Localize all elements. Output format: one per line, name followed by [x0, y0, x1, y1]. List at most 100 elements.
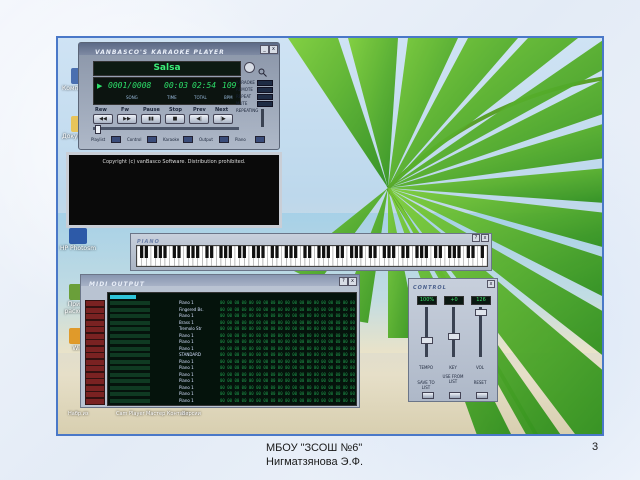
vol-knob[interactable]: [475, 309, 487, 316]
minimize-button[interactable]: _: [260, 45, 269, 54]
position-slider[interactable]: [93, 125, 239, 134]
piano-help-button[interactable]: ?: [472, 234, 480, 242]
reset-button[interactable]: [476, 392, 488, 399]
karaoke-mode-led[interactable]: [257, 80, 273, 86]
black-key[interactable]: [242, 246, 246, 258]
desktop-icon-hp[interactable]: HP Photosm: [58, 228, 98, 252]
position-thumb[interactable]: [95, 125, 101, 134]
black-key[interactable]: [448, 246, 452, 258]
black-key[interactable]: [317, 246, 321, 258]
black-key[interactable]: [275, 246, 279, 258]
close-button[interactable]: x: [269, 45, 278, 54]
black-key[interactable]: [224, 246, 228, 258]
search-icon[interactable]: [258, 62, 267, 77]
settings-icon[interactable]: [244, 62, 255, 73]
stop-button[interactable]: ■: [165, 114, 185, 124]
black-key[interactable]: [303, 246, 307, 258]
black-key[interactable]: [326, 246, 330, 258]
karaoke-toggle[interactable]: [183, 136, 193, 143]
black-key[interactable]: [480, 246, 484, 258]
black-key[interactable]: [322, 246, 326, 258]
mute-led[interactable]: [257, 101, 273, 107]
black-key[interactable]: [294, 246, 298, 258]
pause-button[interactable]: ▮▮: [141, 114, 161, 124]
control-close-button[interactable]: x: [487, 280, 495, 288]
piano-titlebar[interactable]: PIANO ? x: [131, 234, 491, 245]
black-key[interactable]: [382, 246, 386, 258]
black-key[interactable]: [457, 246, 461, 258]
volume-slider[interactable]: [261, 109, 264, 127]
use-from-list-button[interactable]: [449, 392, 461, 399]
black-key[interactable]: [177, 246, 181, 258]
black-key[interactable]: [438, 246, 442, 258]
black-key[interactable]: [354, 246, 358, 258]
black-key[interactable]: [140, 246, 144, 258]
rew-button[interactable]: ◀◀: [93, 114, 113, 124]
key-knob[interactable]: [448, 333, 460, 340]
control-toggle[interactable]: [147, 136, 157, 143]
black-key[interactable]: [256, 246, 260, 258]
black-key[interactable]: [308, 246, 312, 258]
black-key[interactable]: [350, 246, 354, 258]
black-key[interactable]: [158, 246, 162, 258]
black-key[interactable]: [172, 246, 176, 258]
black-key[interactable]: [144, 246, 148, 258]
taskbar-item-4[interactable]: Версии: [182, 411, 201, 417]
black-key[interactable]: [252, 246, 256, 258]
next-button[interactable]: |▶: [213, 114, 233, 124]
black-key[interactable]: [415, 246, 419, 258]
output-toggle[interactable]: [219, 136, 229, 143]
piano-close-button[interactable]: x: [481, 234, 489, 242]
black-key[interactable]: [420, 246, 424, 258]
black-key[interactable]: [336, 246, 340, 258]
black-key[interactable]: [401, 246, 405, 258]
black-key[interactable]: [205, 246, 209, 258]
black-key[interactable]: [163, 246, 167, 258]
repeat-led[interactable]: [257, 94, 273, 100]
midi-close-button[interactable]: x: [348, 277, 357, 286]
black-key[interactable]: [373, 246, 377, 258]
playlist-toggle[interactable]: [111, 136, 121, 143]
black-key[interactable]: [191, 246, 195, 258]
black-key[interactable]: [340, 246, 344, 258]
black-key[interactable]: [424, 246, 428, 258]
taskbar-item-2[interactable]: Cam Player: [116, 411, 145, 417]
fw-button[interactable]: ▶▶: [117, 114, 137, 124]
midi-titlebar[interactable]: MIDI OUTPUT ? x: [81, 275, 359, 288]
prev-button[interactable]: ◀|: [189, 114, 209, 124]
black-key[interactable]: [359, 246, 363, 258]
channel-mute-button[interactable]: [85, 397, 105, 405]
black-key[interactable]: [368, 246, 372, 258]
taskbar-item-1[interactable]: Набр.из: [68, 411, 89, 417]
black-key[interactable]: [387, 246, 391, 258]
remote-led[interactable]: [257, 87, 273, 93]
control-titlebar[interactable]: CONTROL x: [409, 279, 497, 291]
black-key[interactable]: [219, 246, 223, 258]
black-key[interactable]: [238, 246, 242, 258]
black-key[interactable]: [228, 246, 232, 258]
black-key[interactable]: [466, 246, 470, 258]
black-key[interactable]: [154, 246, 158, 258]
piano-toggle[interactable]: [255, 136, 265, 143]
black-key[interactable]: [452, 246, 456, 258]
tempo-slider[interactable]: [421, 307, 433, 357]
black-key[interactable]: [196, 246, 200, 258]
black-key[interactable]: [471, 246, 475, 258]
black-key[interactable]: [284, 246, 288, 258]
black-key[interactable]: [406, 246, 410, 258]
black-key[interactable]: [392, 246, 396, 258]
black-key[interactable]: [289, 246, 293, 258]
midi-help-button[interactable]: ?: [339, 277, 348, 286]
black-key[interactable]: [261, 246, 265, 258]
channel-notes: 00 00 00 00 00 00 00 00 00 00 00 00 00 0…: [220, 378, 357, 383]
piano-keyboard[interactable]: [136, 245, 488, 267]
black-key[interactable]: [210, 246, 214, 258]
vol-slider[interactable]: [475, 307, 487, 357]
black-key[interactable]: [186, 246, 190, 258]
save-to-list-button[interactable]: [422, 392, 434, 399]
black-key[interactable]: [434, 246, 438, 258]
key-slider[interactable]: [448, 307, 460, 357]
black-key[interactable]: [270, 246, 274, 258]
player-titlebar[interactable]: VANBASCO'S KARAOKE PLAYER _ x: [79, 43, 279, 56]
tempo-knob[interactable]: [421, 337, 433, 344]
